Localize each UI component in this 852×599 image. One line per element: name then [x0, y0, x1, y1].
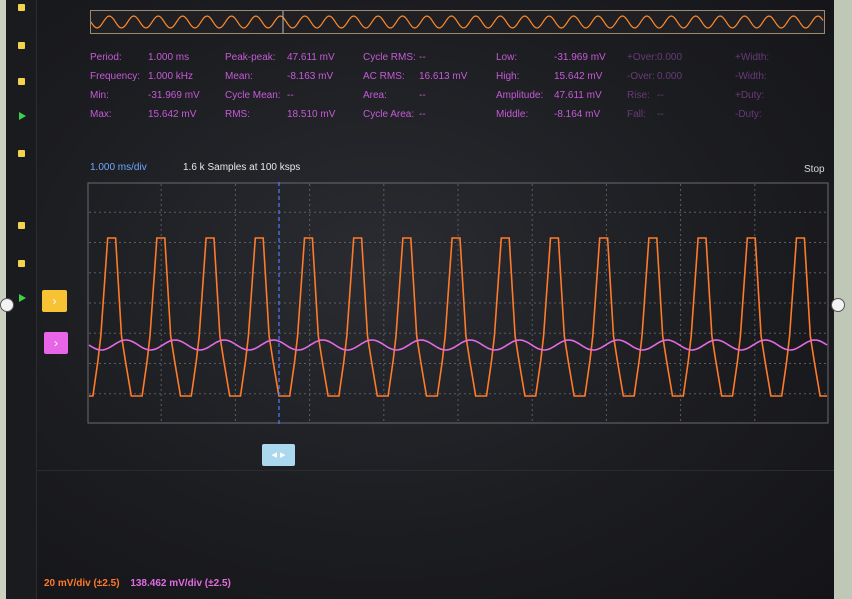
measurement-value: -31.969 mV [554, 52, 606, 63]
measurement-label: +Width: [735, 52, 770, 63]
run-state-label[interactable]: Stop [804, 164, 825, 175]
measurement-value: -- [657, 109, 664, 120]
toolbar-play-icon-2[interactable] [19, 294, 26, 302]
measurement-label: Min: [90, 90, 109, 101]
right-resize-handle[interactable] [831, 298, 845, 312]
measurement-value: -31.969 mV [148, 90, 200, 101]
left-resize-handle[interactable] [0, 298, 14, 312]
measurement-label: Cycle Area: [363, 109, 415, 120]
measurement-value: 0.000 [657, 52, 683, 63]
channel-1-trace [89, 237, 827, 397]
overview-svg [90, 11, 824, 33]
trigger-position-icon[interactable]: ◂ ▸ [262, 444, 295, 466]
measurement-label: Rise: [627, 90, 650, 101]
measurement-label: Low: [496, 52, 518, 63]
measurement-value: 16.613 mV [419, 71, 468, 82]
measurement-label: -Duty: [735, 109, 762, 120]
overview-trace [90, 15, 824, 29]
measurement-value: -- [287, 90, 294, 101]
measurement-value: -8.163 mV [287, 71, 334, 82]
measurement-label: Peak-peak: [225, 52, 276, 63]
measurement-value: 0.000 [657, 71, 683, 82]
measurement-label: Area: [363, 90, 387, 101]
channel-1-scale[interactable]: 20 mV/div (±2.5) [44, 578, 120, 589]
channel-scale-bar: 20 mV/div (±2.5) 138.462 mV/div (±2.5) [44, 578, 231, 589]
toolbar-marker-3[interactable] [18, 78, 25, 85]
measurement-value: -- [657, 90, 664, 101]
measurement-label: RMS: [225, 109, 250, 120]
toolbar-play-icon-1[interactable] [19, 112, 26, 120]
waveform-svg [87, 182, 829, 424]
measurement-label: +Over: [627, 52, 658, 63]
measurement-label: Period: [90, 52, 122, 63]
measurement-label: Max: [90, 109, 112, 120]
measurement-value: 47.611 mV [287, 52, 335, 63]
toolbar-marker-1[interactable] [18, 4, 25, 11]
measurement-value: 15.642 mV [554, 71, 603, 82]
toolbar-marker-6[interactable] [18, 260, 25, 267]
channel-2-marker[interactable]: › [44, 332, 68, 354]
samples-label: 1.6 k Samples at 100 ksps [183, 162, 301, 173]
measurement-label: -Width: [735, 71, 767, 82]
toolbar-marker-5[interactable] [18, 222, 25, 229]
measurement-label: Amplitude: [496, 90, 544, 101]
measurement-value: 1.000 ms [148, 52, 190, 63]
measurement-value: 1.000 kHz [148, 71, 194, 82]
toolbar-marker-4[interactable] [18, 150, 25, 157]
channel-2-trace [88, 339, 828, 351]
measurement-label: AC RMS: [363, 71, 405, 82]
waveform-plot[interactable] [87, 182, 829, 424]
measurement-value: -- [419, 52, 426, 63]
measurement-label: -Over: [627, 71, 655, 82]
measurement-label: Middle: [496, 109, 529, 120]
timebase-label[interactable]: 1.000 ms/div [90, 162, 147, 173]
measurement-value: -- [419, 90, 426, 101]
toolbar-marker-2[interactable] [18, 42, 25, 49]
measurement-label: Frequency: [90, 71, 141, 82]
channel-1-marker[interactable]: › [42, 290, 67, 312]
measurement-label: Fall: [627, 109, 646, 120]
measurements-panel: Period: 1.000 ms Frequency: 1.000 kHz Min: -3… [90, 52, 790, 132]
measurement-label: Mean: [225, 71, 253, 82]
measurement-label: +Duty: [735, 90, 765, 101]
measurement-label: High: [496, 71, 520, 82]
measurement-label: Cycle RMS: [363, 52, 416, 63]
channel-2-scale[interactable]: 138.462 mV/div (±2.5) [130, 578, 231, 589]
measurement-value: 47.611 mV [554, 90, 602, 101]
measurement-value: 15.642 mV [148, 109, 197, 120]
measurement-value: 18.510 mV [287, 109, 336, 120]
measurement-value: -- [419, 109, 426, 120]
waveform-overview[interactable] [90, 10, 825, 34]
measurement-value: -8.164 mV [554, 109, 601, 120]
divider [36, 470, 834, 471]
measurement-label: Cycle Mean: [225, 90, 281, 101]
